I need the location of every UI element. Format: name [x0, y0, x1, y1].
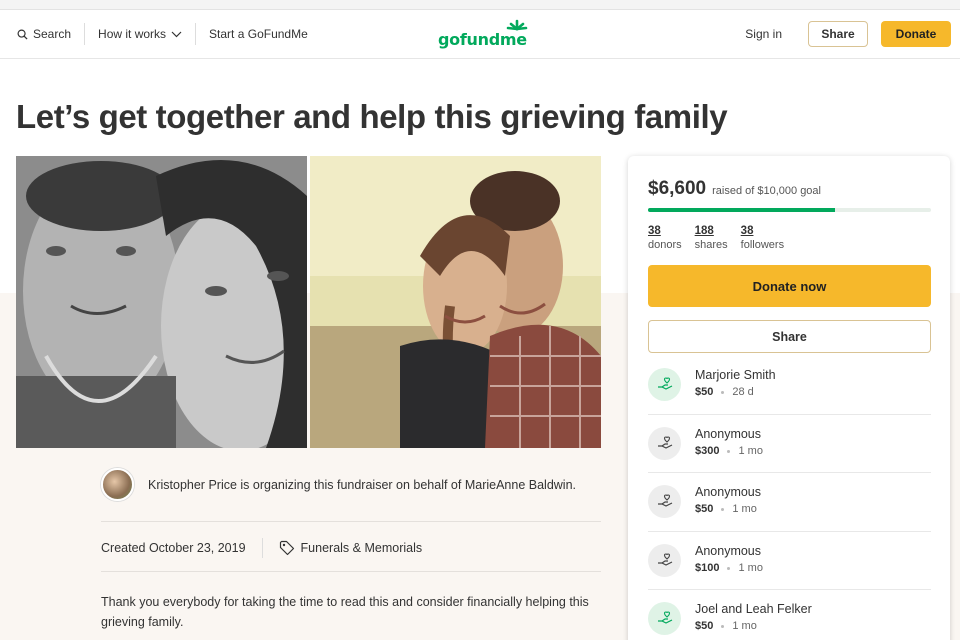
organizer-row: Kristopher Price is organizing this fund… — [101, 468, 576, 501]
donation-amount: $50 — [695, 503, 714, 515]
header-donate-button[interactable]: Donate — [881, 21, 951, 47]
donation-amount: $50 — [695, 386, 714, 398]
header-share-button[interactable]: Share — [808, 21, 868, 47]
donation-item[interactable]: Anonymous $100 1 mo — [648, 531, 931, 589]
nav-divider — [195, 23, 197, 45]
how-it-works-menu[interactable]: How it works — [98, 27, 182, 41]
category-link[interactable]: Funerals & Memorials — [279, 540, 423, 556]
donation-details: Anonymous $50 1 mo — [695, 484, 761, 518]
donation-amount: $100 — [695, 562, 720, 574]
nav-left: Search How it works Start a GoFundMe — [0, 10, 308, 58]
sign-in-link[interactable]: Sign in — [745, 27, 782, 41]
chevron-down-icon — [171, 31, 182, 37]
campaign-photo-bw[interactable] — [16, 156, 307, 448]
progress-bar — [648, 208, 931, 212]
divider — [101, 521, 601, 522]
share-button[interactable]: Share — [648, 320, 931, 353]
donation-time: 1 mo — [738, 445, 763, 457]
donation-meta: $50 1 mo — [695, 501, 761, 518]
stat-label: followers — [740, 239, 785, 251]
browser-top-strip — [0, 0, 960, 10]
donation-item[interactable]: Marjorie Smith $50 28 d — [648, 355, 931, 413]
donation-item[interactable]: Anonymous $300 1 mo — [648, 414, 931, 472]
donor-name: Joel and Leah Felker — [695, 602, 812, 616]
donation-meta: $300 1 mo — [695, 443, 763, 460]
hand-heart-icon — [657, 611, 672, 624]
hand-heart-icon — [657, 436, 672, 449]
nav-divider — [84, 23, 86, 45]
donation-meta: $50 28 d — [695, 384, 776, 401]
stat-number: 38 — [648, 225, 661, 237]
donation-time: 1 mo — [732, 620, 757, 632]
donation-details: Anonymous $100 1 mo — [695, 543, 763, 577]
start-gofundme-label: Start a GoFundMe — [209, 27, 308, 41]
donation-meta: $50 1 mo — [695, 618, 812, 635]
dot-separator — [727, 567, 731, 570]
stat-label: shares — [694, 239, 728, 251]
donor-icon — [648, 543, 681, 577]
donation-item[interactable]: Anonymous $50 1 mo — [648, 472, 931, 530]
donation-item[interactable]: Joel and Leah Felker $50 1 mo — [648, 589, 931, 640]
site-header: Search How it works Start a GoFundMe gof… — [0, 10, 960, 59]
hand-heart-icon — [657, 377, 672, 390]
organizer-avatar[interactable] — [101, 468, 134, 501]
donation-amount: $300 — [695, 445, 720, 457]
category-label: Funerals & Memorials — [300, 541, 423, 555]
search-label: Search — [33, 27, 72, 41]
stat-label: donors — [648, 239, 682, 251]
donor-icon — [648, 367, 681, 401]
dot-separator — [727, 450, 731, 453]
stat-number: 188 — [694, 225, 714, 237]
stat-followers[interactable]: 38 followers — [741, 224, 784, 252]
donation-sidebar: $6,600 raised of $10,000 goal 38 donors … — [628, 156, 950, 640]
campaign-stats: 38 donors 188 shares 38 followers — [648, 224, 784, 252]
created-date: Created October 23, 2019 — [101, 541, 246, 555]
divider — [101, 571, 601, 572]
donate-now-button[interactable]: Donate now — [648, 265, 931, 307]
tag-icon — [279, 540, 294, 556]
campaign-meta: Created October 23, 2019 Funerals & Memo… — [101, 538, 422, 558]
progress-fill — [648, 208, 835, 212]
raised-goal: raised of $10,000 goal — [712, 185, 821, 197]
donor-name: Marjorie Smith — [695, 368, 776, 382]
campaign-story: Thank you everybody for taking the time … — [101, 595, 589, 629]
search-link[interactable]: Search — [17, 27, 71, 41]
donor-icon — [648, 484, 681, 518]
organizer-text: Kristopher Price is organizing this fund… — [148, 477, 577, 492]
donation-time: 1 mo — [738, 562, 763, 574]
stat-shares[interactable]: 188 shares — [695, 224, 728, 252]
donation-amount: $50 — [695, 620, 714, 632]
raised-summary: $6,600 raised of $10,000 goal — [648, 178, 821, 200]
photo-color-illustration — [310, 156, 601, 448]
dot-separator — [721, 508, 725, 511]
hand-heart-icon — [657, 553, 672, 566]
donor-icon — [648, 426, 681, 460]
donor-name: Anonymous — [695, 544, 762, 558]
logo-sprout-icon — [506, 19, 528, 31]
donation-time: 28 d — [732, 386, 754, 398]
donor-name: Anonymous — [695, 485, 762, 499]
donor-icon — [648, 601, 681, 635]
start-gofundme-link[interactable]: Start a GoFundMe — [209, 27, 308, 41]
donation-details: Anonymous $300 1 mo — [695, 426, 763, 460]
dot-separator — [721, 625, 725, 628]
stat-number: 38 — [740, 225, 754, 237]
donation-meta: $100 1 mo — [695, 560, 763, 577]
photo-bw-illustration — [16, 156, 307, 448]
campaign-title: Let’s get together and help this grievin… — [16, 98, 728, 135]
meta-divider — [261, 538, 263, 558]
donation-time: 1 mo — [732, 503, 757, 515]
dot-separator — [721, 391, 725, 394]
donor-name: Anonymous — [695, 427, 762, 441]
hand-heart-icon — [657, 494, 672, 507]
search-icon — [17, 29, 28, 40]
donation-details: Joel and Leah Felker $50 1 mo — [695, 601, 812, 635]
how-it-works-label: How it works — [98, 27, 167, 41]
donation-details: Marjorie Smith $50 28 d — [695, 367, 776, 401]
nav-right: Sign in Share Donate — [745, 10, 951, 58]
raised-amount: $6,600 — [648, 178, 707, 199]
gofundme-logo[interactable]: gofundme — [438, 19, 528, 49]
stat-donors[interactable]: 38 donors — [648, 224, 682, 252]
campaign-photo-color[interactable] — [310, 156, 601, 448]
